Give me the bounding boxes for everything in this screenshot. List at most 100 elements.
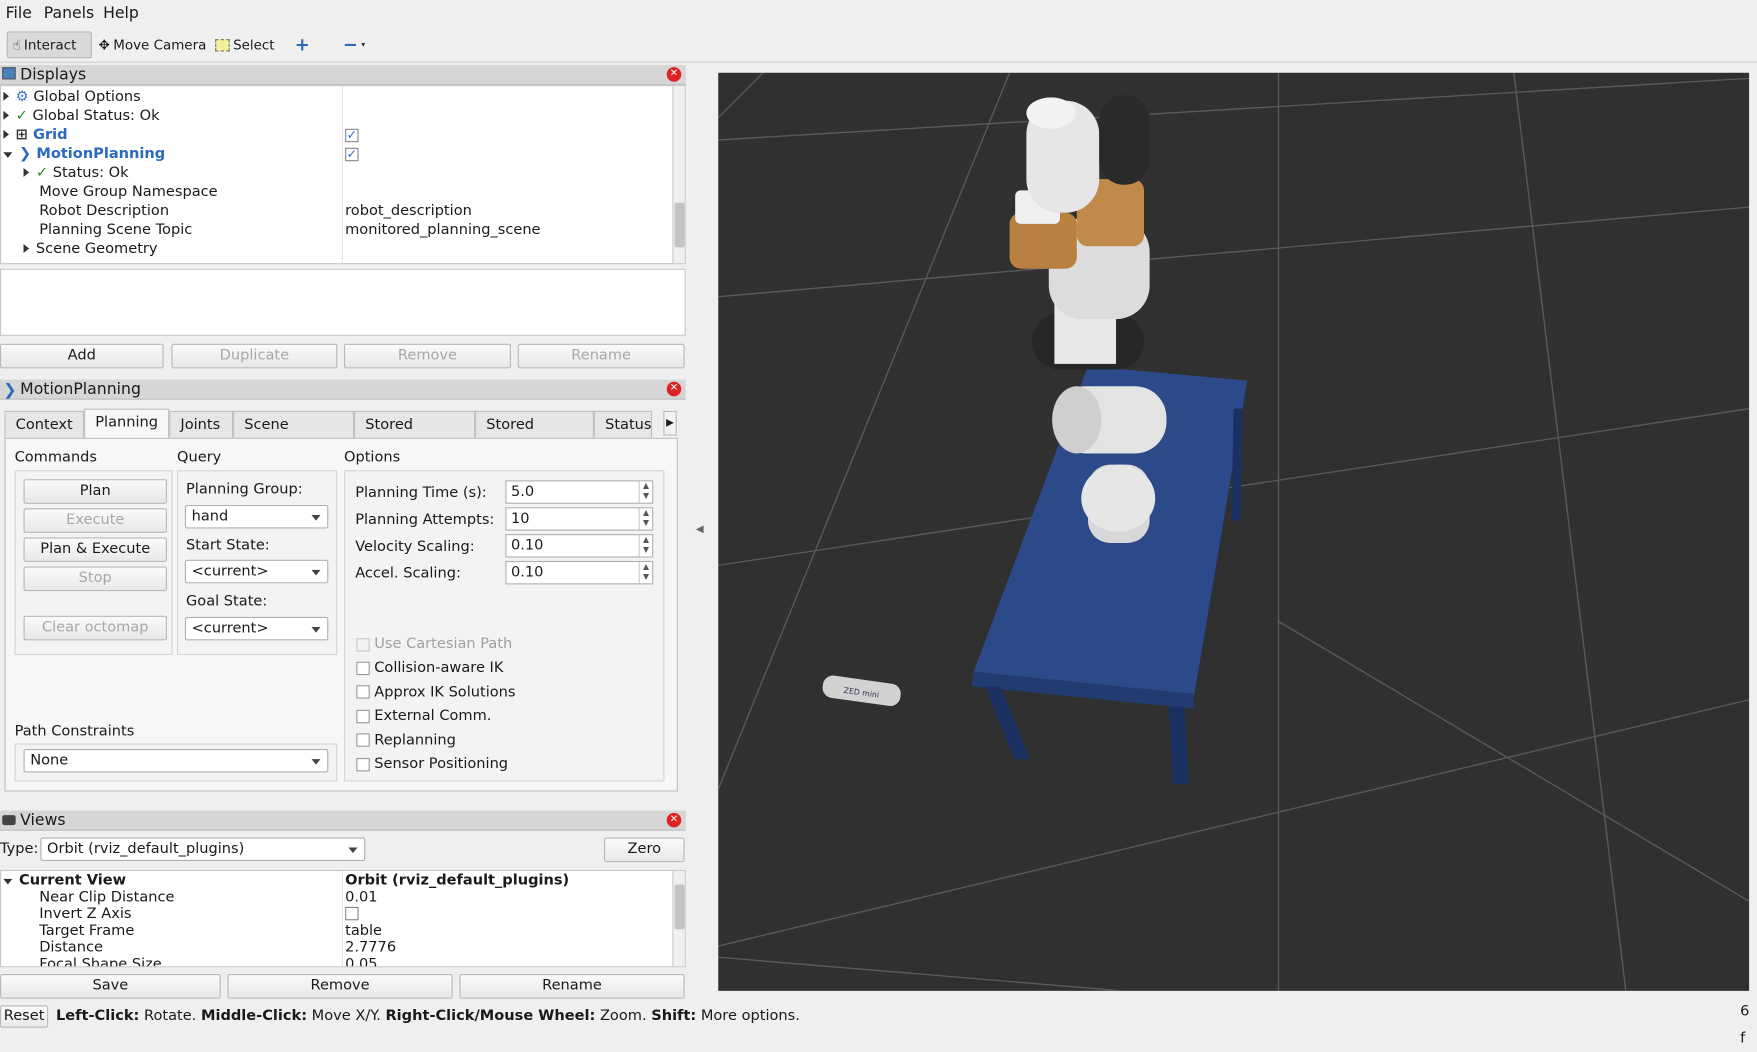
scroll-thumb[interactable] <box>674 202 685 248</box>
tree-row-focal-shape-size[interactable]: Focal Shape Size <box>39 955 162 966</box>
tab-context[interactable]: Context <box>4 410 85 438</box>
tree-row-global-options[interactable]: ⚙ Global Options <box>3 87 141 106</box>
sensor-positioning-label: Sensor Positioning <box>374 755 509 773</box>
tab-joints[interactable]: Joints <box>169 410 234 438</box>
grid-enabled-checkbox[interactable]: ✓ <box>345 129 359 143</box>
tab-planning[interactable]: Planning <box>84 408 170 438</box>
tree-row-motionplanning[interactable]: ❯ MotionPlanning <box>3 144 165 163</box>
scene-render: ZED mini <box>718 72 1750 991</box>
goal-state-label: Goal State: <box>186 593 268 611</box>
tree-row-scene-geometry[interactable]: Scene Geometry <box>23 240 158 259</box>
motionplanning-panel-title: ❯ MotionPlanning ✕ <box>0 379 686 400</box>
spin-arrows-icon[interactable]: ▲ ▼ <box>638 535 652 557</box>
current-view-value[interactable]: Orbit (rviz_default_plugins) <box>345 871 569 890</box>
close-icon[interactable]: ✕ <box>666 381 682 397</box>
close-icon[interactable]: ✕ <box>666 812 682 828</box>
tree-row-status[interactable]: ✓ Status: Ok <box>23 163 129 182</box>
tree-row-global-status[interactable]: ✓ Global Status: Ok <box>3 106 160 125</box>
chevron-down-icon <box>311 569 321 576</box>
rename-display-button[interactable]: Rename <box>517 343 685 369</box>
remove-tool-icon[interactable]: − ▾ <box>338 31 369 58</box>
tab-status[interactable]: Status <box>593 410 653 438</box>
planning-time-input[interactable]: 5.0 ▲ ▼ <box>505 480 654 504</box>
cartesian-path-label: Use Cartesian Path <box>374 635 513 653</box>
stop-button[interactable]: Stop <box>23 566 167 592</box>
spin-arrows-icon[interactable]: ▲ ▼ <box>638 562 652 584</box>
grid-icon: ⊞ <box>15 126 28 144</box>
tree-row-move-group-namespace[interactable]: Move Group Namespace <box>39 182 217 201</box>
grid <box>718 72 1750 991</box>
sensor-positioning-checkbox[interactable] <box>356 757 370 772</box>
fps-readout: 6 f <box>1740 1003 1750 1047</box>
planning-scene-topic-value[interactable]: monitored_planning_scene <box>345 221 540 240</box>
chevron-down-icon <box>311 515 321 521</box>
plan-execute-button[interactable]: Plan & Execute <box>23 537 167 563</box>
remove-display-button[interactable]: Remove <box>343 343 511 369</box>
options-label: Options <box>343 448 401 466</box>
duplicate-display-button[interactable]: Duplicate <box>171 343 338 369</box>
approx-ik-checkbox[interactable] <box>356 685 370 699</box>
clear-octomap-button[interactable]: Clear octomap <box>23 615 167 641</box>
zero-view-button[interactable]: Zero <box>603 837 685 863</box>
rename-view-button[interactable]: Rename <box>459 974 685 999</box>
camera-icon: ✥ <box>98 36 110 53</box>
velocity-scaling-input[interactable]: 0.10 ▲ ▼ <box>505 534 654 558</box>
tree-row-grid[interactable]: ⊞ Grid <box>3 125 68 144</box>
execute-button[interactable]: Execute <box>23 508 167 533</box>
add-display-button[interactable]: Add <box>0 343 164 369</box>
tree-row-planning-scene-topic[interactable]: Planning Scene Topic <box>39 221 192 240</box>
tab-stored-states[interactable]: Stored States <box>475 410 594 460</box>
gear-icon: ⚙ <box>15 88 29 106</box>
status-help-text: Left-Click: Rotate. Middle-Click: Move X… <box>56 1007 800 1025</box>
view-type-select[interactable]: Orbit (rviz_default_plugins) <box>40 837 366 861</box>
check-icon: ✓ <box>35 164 49 182</box>
menu-panels[interactable]: Panels <box>44 4 94 22</box>
save-view-button[interactable]: Save <box>0 974 221 999</box>
menu-file[interactable]: File <box>6 4 32 22</box>
tab-scroll-right-icon[interactable]: ▶ <box>663 410 677 436</box>
motionplanning-enabled-checkbox[interactable]: ✓ <box>345 147 359 162</box>
views-scrollbar[interactable] <box>672 871 685 967</box>
views-panel-title: Views ✕ <box>0 810 686 831</box>
scroll-thumb[interactable] <box>674 884 685 930</box>
displays-panel-title: Displays ✕ <box>0 64 686 86</box>
tree-row-robot-description[interactable]: Robot Description <box>39 202 169 221</box>
interact-tool[interactable]: ☝ Interact <box>6 31 92 59</box>
external-comm-label: External Comm. <box>374 707 492 725</box>
splitter-collapse-icon[interactable]: ◀ <box>696 524 704 535</box>
displays-tree[interactable]: ⚙ Global Options ✓ Global Status: Ok ⊞ G… <box>0 85 686 265</box>
robot-description-value[interactable]: robot_description <box>345 202 472 221</box>
displays-scrollbar[interactable] <box>672 86 685 264</box>
close-icon[interactable]: ✕ <box>666 67 682 82</box>
spin-arrows-icon[interactable]: ▲ ▼ <box>638 508 652 530</box>
accel-scaling-input[interactable]: 0.10 ▲ ▼ <box>505 560 654 585</box>
near-clip-value[interactable]: 0.01 <box>345 888 377 907</box>
move-camera-tool[interactable]: ✥ Move Camera <box>94 31 211 58</box>
tab-stored-scenes[interactable]: Stored Scenes <box>354 410 476 460</box>
cartesian-path-checkbox[interactable] <box>356 638 370 652</box>
views-tree[interactable]: Current View Orbit (rviz_default_plugins… <box>0 869 686 968</box>
tab-scene-objects[interactable]: Scene Objects <box>233 410 355 460</box>
planning-group-select[interactable]: hand <box>184 504 329 529</box>
reset-button[interactable]: Reset <box>0 1005 49 1028</box>
path-constraints-select[interactable]: None <box>23 749 329 773</box>
planning-attempts-label: Planning Attempts: <box>355 511 495 529</box>
add-tool-icon[interactable]: + <box>290 31 314 58</box>
spin-arrows-icon[interactable]: ▲ ▼ <box>638 481 652 503</box>
motionplanning-icon: ❯ <box>3 381 17 400</box>
start-state-select[interactable]: <current> <box>184 559 329 584</box>
collision-aware-ik-checkbox[interactable] <box>356 661 370 676</box>
remove-view-button[interactable]: Remove <box>227 974 453 999</box>
select-tool[interactable]: Select <box>211 31 279 58</box>
focal-shape-size-value[interactable]: 0.05 <box>345 955 377 966</box>
camera-icon <box>2 815 16 826</box>
plan-button[interactable]: Plan <box>23 479 167 504</box>
invert-z-checkbox[interactable] <box>345 906 359 921</box>
menu-help[interactable]: Help <box>103 4 139 22</box>
goal-state-select[interactable]: <current> <box>184 616 329 641</box>
planning-attempts-input[interactable]: 10 ▲ ▼ <box>505 507 654 531</box>
replanning-checkbox[interactable] <box>356 733 370 747</box>
render-viewport[interactable]: ZED mini <box>718 72 1750 991</box>
external-comm-checkbox[interactable] <box>356 709 370 724</box>
check-icon: ✓ <box>15 107 28 125</box>
